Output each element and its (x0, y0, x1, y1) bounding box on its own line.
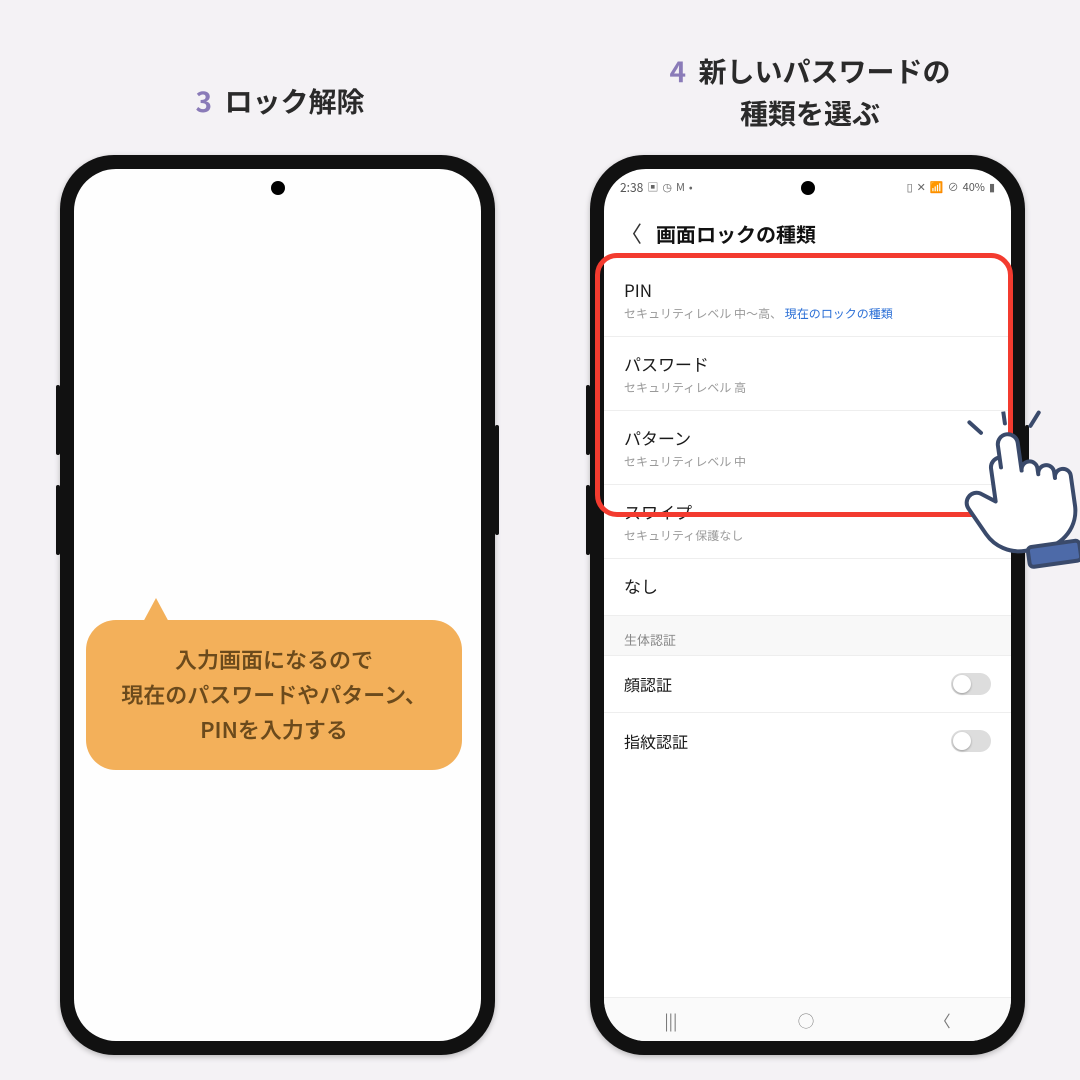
phone-screen-settings: 2:38 ▣ ◷ M • ▯ ✕ 📶 ⊘ 40% ▮ 〈 画面ロックの種類 PI… (604, 169, 1011, 1041)
recents-icon[interactable]: ||| (664, 1008, 677, 1032)
lock-option-none[interactable]: なし (604, 558, 1011, 615)
section-biometrics-label: 生体認証 (604, 615, 1011, 655)
lock-option-password[interactable]: パスワード セキュリティレベル 高 (604, 336, 1011, 410)
image-icon: ▣ (647, 179, 658, 195)
instruction-bubble: 入力画面になるので 現在のパスワードやパターン、 PINを入力する (86, 620, 462, 770)
phone-frame-right: 2:38 ▣ ◷ M • ▯ ✕ 📶 ⊘ 40% ▮ 〈 画面ロックの種類 PI… (590, 155, 1025, 1055)
option-subtitle: セキュリティ保護なし (624, 527, 991, 544)
toggle-label: 指紋認証 (624, 729, 688, 753)
more-icon: • (689, 179, 693, 195)
page-title: 画面ロックの種類 (656, 219, 816, 248)
back-icon[interactable]: 〈 (620, 217, 642, 249)
vibrate-icon: ▯ (907, 179, 913, 195)
tap-cursor-icon (939, 401, 1080, 589)
phone-frame-left (60, 155, 495, 1055)
step-number: 4 (670, 51, 687, 91)
lock-option-pin[interactable]: PIN セキュリティレベル 中〜高、 現在のロックの種類 (604, 263, 1011, 336)
toggle-switch[interactable] (951, 673, 991, 695)
mail-icon: M (676, 179, 685, 195)
lock-type-list: PIN セキュリティレベル 中〜高、 現在のロックの種類 パスワード セキュリテ… (604, 263, 1011, 769)
page-header: 〈 画面ロックの種類 (604, 199, 1011, 263)
option-title: なし (624, 573, 991, 598)
front-camera-icon (271, 181, 285, 195)
option-title: PIN (624, 277, 991, 302)
android-nav-bar: ||| ◯ 〈 (604, 997, 1011, 1041)
toggle-fingerprint[interactable]: 指紋認証 (604, 712, 1011, 769)
option-subtitle: セキュリティレベル 中〜高、 現在のロックの種類 (624, 305, 991, 322)
mute-icon: ✕ (917, 179, 926, 195)
step-text: ロック解除 (224, 81, 364, 121)
step-text: 新しいパスワードの 種類を選ぶ (698, 51, 950, 133)
current-lock-label: 現在のロックの種類 (785, 305, 893, 322)
step-number: 3 (196, 81, 213, 121)
home-icon[interactable]: ◯ (798, 1008, 814, 1032)
battery-percent: 40% (963, 179, 985, 195)
back-nav-icon[interactable]: 〈 (935, 1008, 951, 1032)
option-title: スワイプ (624, 499, 991, 524)
option-title: パターン (624, 425, 991, 450)
wifi-icon: 📶 (930, 179, 944, 195)
option-subtitle: セキュリティレベル 中 (624, 453, 991, 470)
toggle-face-recognition[interactable]: 顔認証 (604, 655, 1011, 712)
phone-screen-blank (74, 169, 481, 1041)
option-subtitle: セキュリティレベル 高 (624, 379, 991, 396)
option-title: パスワード (624, 351, 991, 376)
status-time: 2:38 (620, 179, 643, 196)
toggle-label: 顔認証 (624, 672, 672, 696)
clock-icon: ◷ (662, 179, 672, 195)
front-camera-icon (801, 181, 815, 195)
step-3-title: 3 ロック解除 (130, 80, 430, 122)
battery-icon: ▮ (989, 179, 995, 195)
toggle-switch[interactable] (951, 730, 991, 752)
dnd-icon: ⊘ (948, 179, 959, 195)
step-4-title: 4 新しいパスワードの 種類を選ぶ (600, 50, 1020, 134)
